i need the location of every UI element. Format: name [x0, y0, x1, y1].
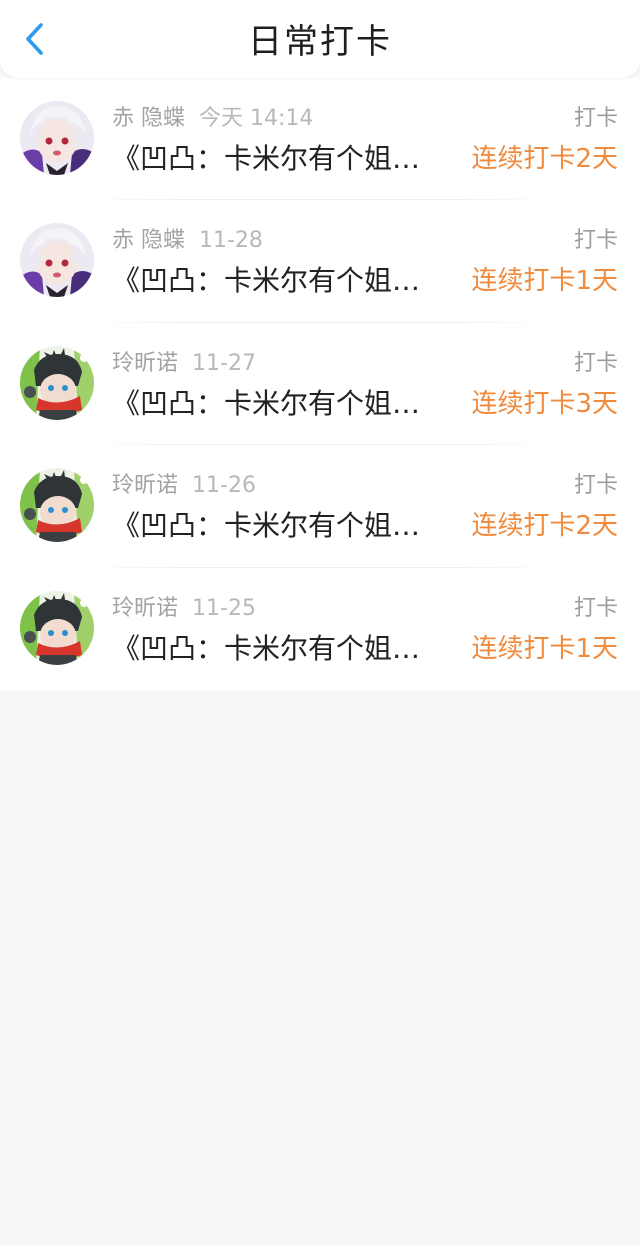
item-meta: 玲昕诺 11-25: [112, 594, 256, 624]
item-date: 11-25: [192, 595, 256, 621]
item-date: 11-26: [192, 473, 256, 499]
item-content: 《凹凸：卡米尔有个姐…: [112, 509, 421, 543]
list-item[interactable]: 玲昕诺 11-27 打卡 《凹凸：卡米尔有个姐… 连续打卡3天: [0, 323, 640, 446]
streak-label: 连续打卡1天: [471, 266, 618, 297]
avatar[interactable]: [20, 345, 94, 420]
top-bar: 日常打卡: [0, 0, 640, 78]
item-date: 今天 14:14: [199, 106, 314, 131]
avatar[interactable]: [20, 223, 94, 298]
list-item[interactable]: 赤 隐蝶 今天 14:14 打卡 《凹凸：卡米尔有个姐… 连续打卡2天: [0, 78, 640, 201]
item-type: 打卡: [573, 228, 618, 254]
streak-label: 连续打卡2天: [471, 144, 618, 174]
item-content: 《凹凸：卡米尔有个姐…: [112, 631, 421, 665]
item-type: 打卡: [573, 473, 618, 499]
list-item[interactable]: 玲昕诺 11-26 打卡 《凹凸：卡米尔有个姐… 连续打卡2天: [0, 445, 640, 568]
user-name[interactable]: 玲昕诺: [112, 351, 178, 376]
streak-label: 连续打卡2天: [471, 511, 618, 542]
item-type: 打卡: [573, 106, 618, 131]
item-meta: 赤 隐蝶 今天 14:14: [112, 104, 313, 134]
streak-label: 连续打卡1天: [471, 633, 618, 664]
user-name[interactable]: 赤 隐蝶: [112, 106, 185, 131]
user-name[interactable]: 玲昕诺: [112, 473, 178, 498]
checkin-list: 赤 隐蝶 今天 14:14 打卡 《凹凸：卡米尔有个姐… 连续打卡2天 赤 隐蝶…: [0, 78, 640, 690]
user-name[interactable]: 赤 隐蝶: [112, 228, 185, 253]
avatar[interactable]: [20, 468, 94, 543]
item-date: 11-28: [199, 228, 263, 254]
list-item[interactable]: 玲昕诺 11-25 打卡 《凹凸：卡米尔有个姐… 连续打卡1天: [0, 568, 640, 690]
item-content: 《凹凸：卡米尔有个姐…: [112, 386, 421, 420]
user-name[interactable]: 玲昕诺: [112, 596, 178, 621]
item-content: 《凹凸：卡米尔有个姐…: [112, 142, 421, 175]
avatar[interactable]: [20, 590, 94, 665]
item-meta: 玲昕诺 11-27: [112, 349, 256, 379]
item-meta: 赤 隐蝶 11-28: [112, 226, 263, 256]
item-type: 打卡: [573, 350, 618, 376]
item-date: 11-27: [192, 350, 256, 376]
avatar[interactable]: [20, 101, 94, 175]
list-item[interactable]: 赤 隐蝶 11-28 打卡 《凹凸：卡米尔有个姐… 连续打卡1天: [0, 200, 640, 323]
item-content: 《凹凸：卡米尔有个姐…: [112, 264, 421, 298]
item-meta: 玲昕诺 11-26: [112, 471, 256, 501]
page-title: 日常打卡: [248, 22, 392, 62]
item-type: 打卡: [573, 595, 618, 621]
streak-label: 连续打卡3天: [471, 388, 618, 419]
